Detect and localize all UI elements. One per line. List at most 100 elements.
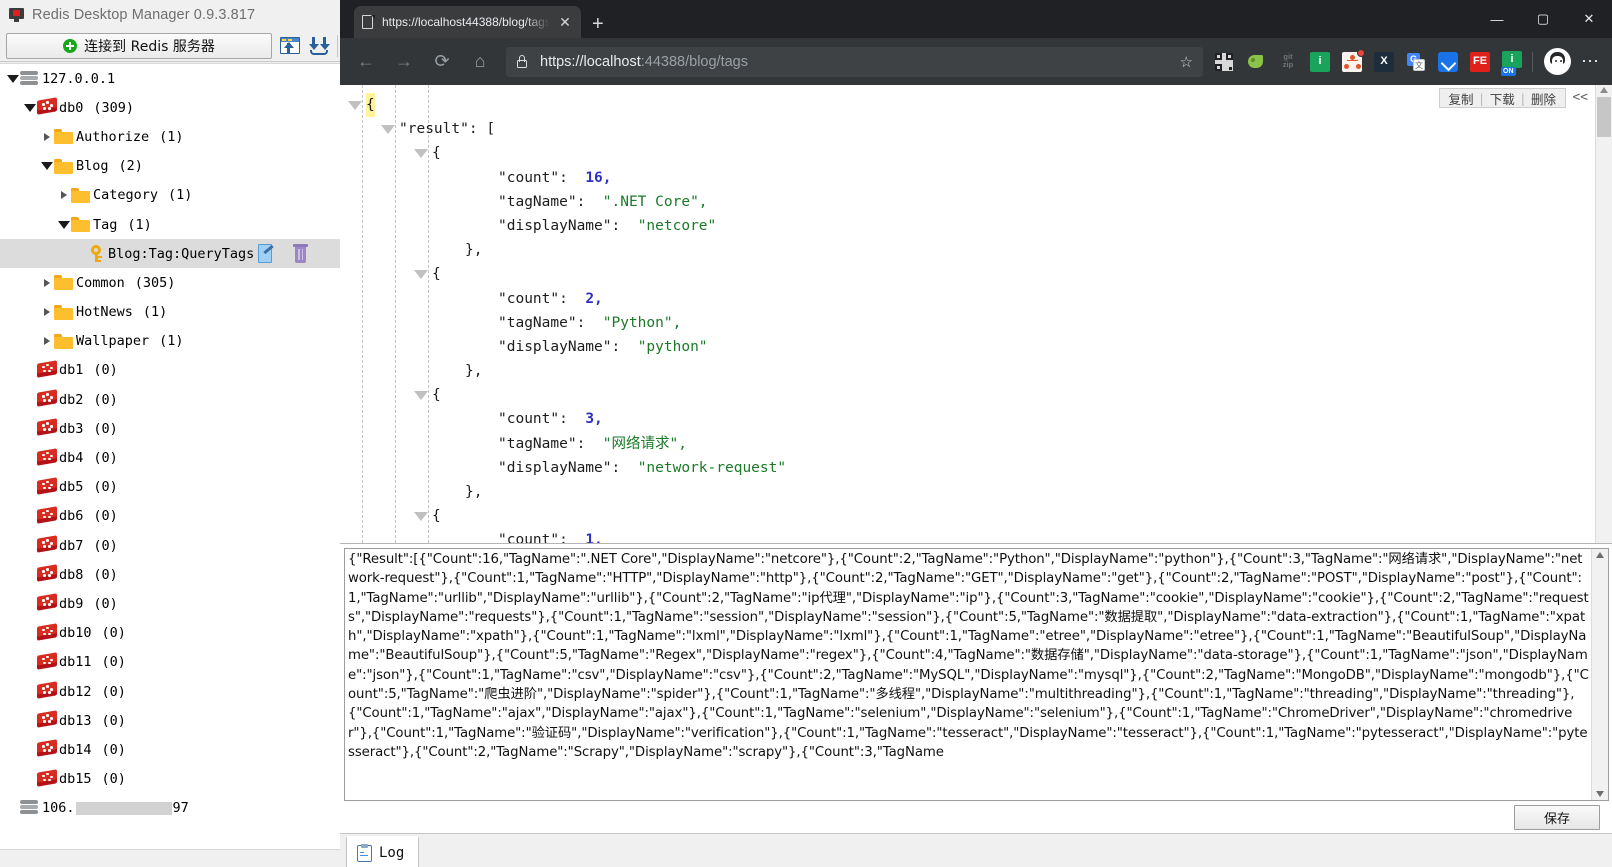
browser-tab[interactable]: https://localhost44388/blog/tags ✕ <box>354 6 581 38</box>
on-badge: ON <box>1501 66 1516 76</box>
collapse-triangle-icon[interactable] <box>344 100 366 110</box>
extensions-strip: gitzipi XG文 FE iON <box>1211 48 1525 76</box>
tree-item[interactable]: db1 (0) <box>0 356 344 385</box>
collapse-caret-icon[interactable] <box>40 162 54 171</box>
tree-item[interactable]: db8 (0) <box>0 560 344 589</box>
info-green-extension-icon[interactable]: i <box>1307 49 1333 75</box>
tree-item[interactable]: db15 (0) <box>0 765 344 794</box>
expand-caret-icon[interactable] <box>40 132 54 141</box>
tree-item[interactable]: Tag (1) <box>0 210 344 239</box>
raw-json-text[interactable]: {"Result":[{"Count":16,"TagName":".NET C… <box>348 550 1592 800</box>
scroll-up-icon[interactable] <box>1596 552 1604 558</box>
tree-item[interactable]: db4 (0) <box>0 443 344 472</box>
tree-item[interactable]: db11 (0) <box>0 648 344 677</box>
delete-icon[interactable] <box>293 244 308 264</box>
qr-code-extension-icon[interactable] <box>1211 49 1237 75</box>
scrollbar-thumb[interactable] <box>1597 97 1611 137</box>
tree-item[interactable]: db0 (309) <box>0 93 344 122</box>
tree-item[interactable]: db13 (0) <box>0 706 344 735</box>
tree-item[interactable]: Common (305) <box>0 268 344 297</box>
home-button[interactable]: ⌂ <box>462 46 498 78</box>
collapse-caret-icon[interactable] <box>57 220 71 229</box>
more-menu-button[interactable]: ⋯ <box>1581 51 1600 72</box>
tree-item[interactable]: 106. 97 <box>0 794 344 823</box>
back-button[interactable]: ← <box>348 46 384 78</box>
minimize-button[interactable]: — <box>1474 0 1520 38</box>
collapse-triangle-icon[interactable] <box>410 390 432 400</box>
scroll-up-icon[interactable] <box>1600 87 1608 93</box>
expand-caret-icon[interactable] <box>57 191 71 200</box>
star-icon[interactable]: ☆ <box>1180 53 1193 71</box>
json-token: ".NET Core", <box>602 193 708 210</box>
tree-item[interactable]: 127.0.0.1 <box>0 64 344 93</box>
tree-item[interactable]: Wallpaper (1) <box>0 327 344 356</box>
mindmap-extension-icon[interactable] <box>1339 48 1365 75</box>
connect-to-redis-server-button[interactable]: 连接到 Redis 服务器 <box>6 32 272 59</box>
x-extension-icon[interactable]: X <box>1371 49 1397 75</box>
gitzip-extension-icon[interactable]: git zip <box>1275 49 1301 75</box>
close-tab-icon[interactable]: ✕ <box>557 15 573 29</box>
address-bar[interactable]: https://localhost:44388/blog/tags ☆ <box>506 46 1203 77</box>
google-translate-extension-icon[interactable]: G文 <box>1403 49 1429 75</box>
tree-item-count: (0) <box>93 508 118 525</box>
tree-item[interactable]: Authorize (1) <box>0 122 344 151</box>
tree-item-label: db13 <box>59 712 92 729</box>
info-on-extension-icon[interactable]: i ON <box>1499 49 1525 76</box>
reload-button[interactable]: ⟳ <box>424 46 460 78</box>
tree-item[interactable]: HotNews (1) <box>0 298 344 327</box>
tree-item[interactable]: db7 (0) <box>0 531 344 560</box>
tree-item-label: Category <box>93 187 159 204</box>
forward-button[interactable]: → <box>386 46 422 78</box>
tree-item-count: (0) <box>101 654 126 671</box>
collapse-caret-icon[interactable] <box>6 74 20 83</box>
collapse-button[interactable]: << <box>1572 90 1588 105</box>
collapse-caret-icon[interactable] <box>23 103 37 112</box>
maximize-button[interactable]: ▢ <box>1520 0 1566 38</box>
tree-item[interactable]: db12 (0) <box>0 677 344 706</box>
tree-item[interactable]: db10 (0) <box>0 619 344 648</box>
redis-key-tree[interactable]: 127.0.0.1 db0 (309) Authorize (1) Blog (2) Cate… <box>0 63 344 849</box>
import-icon[interactable] <box>308 35 330 57</box>
chevron-extension-icon[interactable] <box>1435 49 1461 75</box>
tree-item[interactable]: db6 (0) <box>0 502 344 531</box>
expand-caret-icon[interactable] <box>40 308 54 317</box>
tree-item[interactable]: db5 (0) <box>0 473 344 502</box>
new-tab-button[interactable]: + <box>592 14 604 34</box>
tree-item[interactable]: db3 (0) <box>0 414 344 443</box>
json-tree-code[interactable]: {"result": [{"count": 16, "tagName": ".NE… <box>340 85 1596 543</box>
console-icon[interactable] <box>279 35 301 57</box>
download-button[interactable]: 下载 <box>1484 89 1521 108</box>
scroll-down-icon[interactable] <box>1596 791 1604 797</box>
snake-extension-icon[interactable] <box>1243 49 1269 75</box>
save-button[interactable]: 保存 <box>1514 804 1600 830</box>
tree-item-label: Tag <box>93 216 118 233</box>
tab-log[interactable]: Log <box>346 836 420 867</box>
collapse-triangle-icon[interactable] <box>410 269 432 279</box>
qr-glyph <box>1215 52 1233 71</box>
avatar-icon[interactable] <box>1544 48 1571 75</box>
collapse-triangle-icon[interactable] <box>410 511 432 521</box>
raw-json-scrollbar[interactable] <box>1591 549 1608 800</box>
close-window-button[interactable]: ✕ <box>1566 0 1612 38</box>
json-line: }, <box>340 480 1596 504</box>
delete-button[interactable]: 删除 <box>1525 89 1562 108</box>
key-icon <box>88 245 104 263</box>
tree-item-count: (0) <box>101 712 126 729</box>
copy-button[interactable]: 复制 <box>1443 89 1480 108</box>
expand-caret-icon[interactable] <box>40 278 54 287</box>
json-line: { <box>340 383 1596 407</box>
folder-icon <box>71 217 90 233</box>
tree-item[interactable]: Category (1) <box>0 181 344 210</box>
tree-item[interactable]: db2 (0) <box>0 385 344 414</box>
tree-item-selected[interactable]: Blog:Tag:QueryTags <box>0 239 344 269</box>
tree-item[interactable]: db9 (0) <box>0 589 344 618</box>
expand-caret-icon[interactable] <box>40 337 54 346</box>
tree-item[interactable]: db14 (0) <box>0 735 344 764</box>
json-viewer-scrollbar[interactable] <box>1595 85 1612 543</box>
fe-extension-icon[interactable]: FE <box>1467 49 1493 75</box>
edit-icon[interactable] <box>258 244 275 264</box>
collapse-triangle-icon[interactable] <box>377 124 399 134</box>
extension-glyph: FE <box>1470 51 1490 72</box>
collapse-triangle-icon[interactable] <box>410 148 432 158</box>
tree-item[interactable]: Blog (2) <box>0 152 344 181</box>
